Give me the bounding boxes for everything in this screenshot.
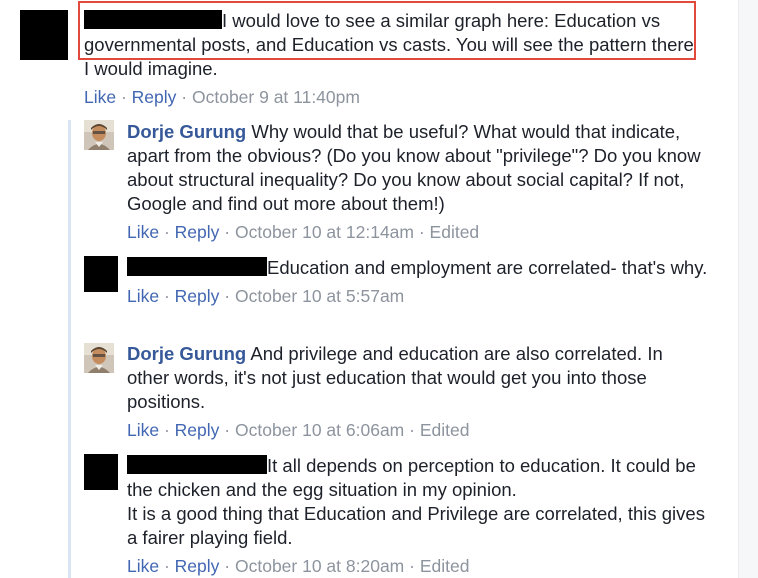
separator: · [219, 286, 235, 306]
comment-2-text: Dorje Gurung Why would that be useful? W… [127, 120, 717, 216]
comment-1-actions: Like · Reply · October 9 at 11:40pm [84, 86, 694, 108]
timestamp-link[interactable]: October 10 at 8:20am [235, 556, 404, 576]
separator: · [219, 556, 235, 576]
comment-5-actions: Like · Reply · October 10 at 8:20am · Ed… [127, 555, 707, 577]
edited-link[interactable]: Edited [430, 222, 480, 242]
separator: · [404, 556, 420, 576]
scrollbar-track[interactable] [738, 0, 758, 578]
reply-link[interactable]: Reply [175, 556, 220, 576]
comment-4: Dorje Gurung And privilege and education… [127, 342, 667, 441]
comment-2-actions: Like · Reply · October 10 at 12:14am · E… [127, 221, 717, 243]
comment-5-text-para2: It is a good thing that Education and Pr… [127, 503, 705, 548]
timestamp-link[interactable]: October 10 at 5:57am [235, 286, 404, 306]
redacted-avatar [84, 256, 118, 292]
redacted-avatar [20, 10, 68, 60]
comment-5-text: It all depends on perception to educatio… [127, 454, 707, 502]
separator: · [116, 87, 132, 107]
redacted-author-name [127, 455, 267, 474]
profile-photo-icon[interactable] [84, 343, 114, 373]
reply-thread-line [68, 120, 71, 578]
avatar-photo [84, 120, 114, 150]
separator: · [159, 556, 175, 576]
reply-link[interactable]: Reply [132, 87, 177, 107]
separator: · [413, 222, 430, 242]
highlight-box [78, 1, 696, 60]
comment-3-text-rest: why. [670, 257, 708, 278]
author-name-link[interactable]: Dorje Gurung [127, 121, 246, 142]
comment-3-actions: Like · Reply · October 10 at 5:57am [127, 285, 717, 307]
separator: · [159, 222, 175, 242]
timestamp-link[interactable]: October 10 at 6:06am [235, 420, 404, 440]
comment-5: It all depends on perception to educatio… [127, 454, 707, 577]
avatar-photo [84, 343, 114, 373]
comment-thread-page: I would love to see a similar graph here… [0, 0, 758, 578]
reply-link[interactable]: Reply [175, 286, 220, 306]
separator: · [159, 286, 175, 306]
like-link[interactable]: Like [127, 420, 159, 440]
comment-3-text: Education and employment are correlated-… [127, 256, 717, 280]
comment-4-actions: Like · Reply · October 10 at 6:06am · Ed… [127, 419, 667, 441]
comment-2: Dorje Gurung Why would that be useful? W… [127, 120, 717, 243]
comment-3-text-line1: Education and employment are correlated-… [267, 257, 666, 278]
like-link[interactable]: Like [127, 286, 159, 306]
redacted-author-name [127, 257, 267, 276]
separator: · [219, 222, 235, 242]
separator: · [219, 420, 235, 440]
separator: · [404, 420, 420, 440]
like-link[interactable]: Like [127, 556, 159, 576]
edited-link[interactable]: Edited [420, 556, 470, 576]
timestamp-link[interactable]: October 9 at 11:40pm [192, 87, 360, 107]
edited-link[interactable]: Edited [420, 420, 470, 440]
timestamp-link[interactable]: October 10 at 12:14am [235, 222, 414, 242]
comment-3: Education and employment are correlated-… [127, 256, 717, 307]
separator: · [159, 420, 175, 440]
like-link[interactable]: Like [127, 222, 159, 242]
profile-photo-icon[interactable] [84, 120, 114, 150]
comment-5-text-line1: It all depends on perception to educatio… [267, 455, 696, 476]
like-link[interactable]: Like [84, 87, 116, 107]
reply-link[interactable]: Reply [175, 222, 220, 242]
redacted-avatar [84, 454, 118, 490]
comment-5-text-line2: the chicken and the egg situation in my … [127, 479, 517, 500]
comment-4-text: Dorje Gurung And privilege and education… [127, 342, 667, 414]
reply-link[interactable]: Reply [175, 420, 220, 440]
separator: · [176, 87, 192, 107]
author-name-link[interactable]: Dorje Gurung [127, 343, 246, 364]
